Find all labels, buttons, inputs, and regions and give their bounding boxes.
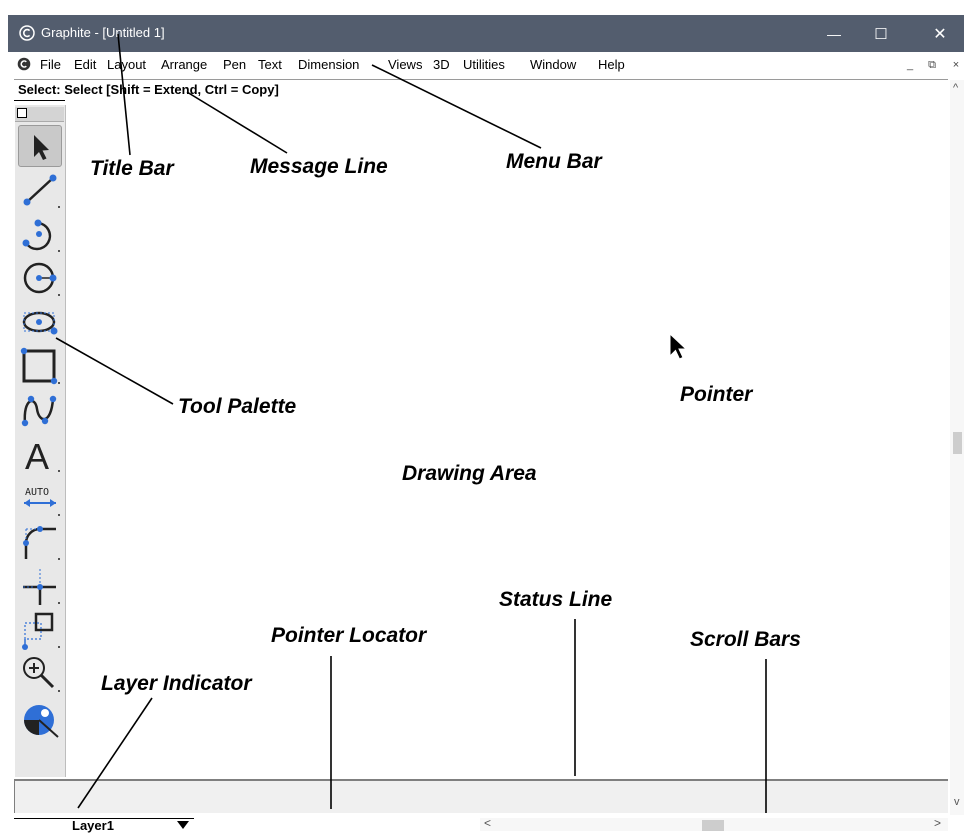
menu-layout[interactable]: Layout xyxy=(107,57,146,72)
vertical-scrollbar[interactable]: ^ v xyxy=(950,80,964,815)
circle-icon xyxy=(23,262,60,296)
doc-close-button[interactable]: × xyxy=(948,58,964,72)
tool-palette: A AUTO xyxy=(14,105,66,777)
document-menu-icon[interactable] xyxy=(17,57,31,71)
ellipse-tool[interactable] xyxy=(18,301,62,343)
horizontal-scrollbar[interactable]: < > xyxy=(480,816,948,831)
palette-collapse-button[interactable] xyxy=(17,108,27,118)
zoom-icon xyxy=(23,657,60,692)
perpendicular-tool[interactable] xyxy=(18,565,62,607)
graphite-app-icon[interactable] xyxy=(19,25,35,41)
arc-icon xyxy=(22,219,60,252)
message-text: Select: Select [Shift = Extend, Ctrl = C… xyxy=(18,82,279,97)
pointer-icon xyxy=(34,135,49,160)
callout-tool-palette: Tool Palette xyxy=(178,395,297,418)
menu-views[interactable]: Views xyxy=(388,57,422,72)
circle-tool[interactable] xyxy=(18,257,62,299)
scroll-up-arrow[interactable]: ^ xyxy=(953,82,958,94)
menu-file[interactable]: File xyxy=(40,57,61,72)
svg-text:AUTO: AUTO xyxy=(25,487,49,498)
maximize-icon: ☐ xyxy=(874,25,888,43)
line-icon xyxy=(23,174,60,208)
spline-icon xyxy=(21,395,57,427)
close-icon: ✕ xyxy=(933,25,947,43)
callout-title-bar: Title Bar xyxy=(90,157,174,180)
callout-layer-indicator: Layer Indicator xyxy=(101,672,252,695)
menu-dimension[interactable]: Dimension xyxy=(298,57,359,72)
title-bar[interactable]: Graphite - [Untitled 1] — ☐ ✕ xyxy=(8,15,964,52)
view-tool[interactable] xyxy=(18,697,62,739)
horizontal-scroll-thumb[interactable] xyxy=(702,820,724,831)
rectangle-tool[interactable] xyxy=(18,345,62,387)
pointer-locator xyxy=(19,785,939,807)
message-line: Select: Select [Shift = Extend, Ctrl = C… xyxy=(14,79,948,101)
callout-scroll-bars: Scroll Bars xyxy=(690,628,801,651)
status-line xyxy=(14,779,948,813)
align-icon xyxy=(22,612,60,650)
fillet-tool[interactable] xyxy=(18,521,62,563)
callout-status-line: Status Line xyxy=(499,588,613,611)
menu-arrange[interactable]: Arrange xyxy=(161,57,207,72)
perpendicular-icon xyxy=(23,569,60,605)
maximize-button[interactable]: ☐ xyxy=(861,15,901,52)
menu-text[interactable]: Text xyxy=(258,57,282,72)
doc-restore-button[interactable]: ⧉ xyxy=(924,58,940,72)
line-tool[interactable] xyxy=(18,169,62,211)
doc-minimize-button[interactable]: _ xyxy=(902,58,918,72)
callout-drawing-area: Drawing Area xyxy=(402,462,537,485)
ellipse-icon xyxy=(22,311,58,335)
menu-help[interactable]: Help xyxy=(598,57,625,72)
layer-indicator[interactable]: Layer1 xyxy=(14,818,194,833)
zoom-tool[interactable] xyxy=(18,653,62,695)
align-tool[interactable] xyxy=(18,609,62,651)
close-button[interactable]: ✕ xyxy=(920,15,960,52)
menu-edit[interactable]: Edit xyxy=(74,57,96,72)
callout-pointer: Pointer xyxy=(680,383,753,406)
minimize-button[interactable]: — xyxy=(814,15,854,52)
menu-bar: File Edit Layout Arrange Pen Text Dimens… xyxy=(8,52,964,78)
rectangle-icon xyxy=(20,347,60,385)
view-icon xyxy=(24,705,59,738)
text-icon: A xyxy=(25,436,60,475)
menu-3d[interactable]: 3D xyxy=(433,57,450,72)
callout-pointer-locator: Pointer Locator xyxy=(271,624,427,647)
scroll-right-arrow[interactable]: > xyxy=(934,816,941,830)
spline-tool[interactable] xyxy=(18,389,62,431)
palette-titlebar[interactable] xyxy=(15,107,64,122)
menu-pen[interactable]: Pen xyxy=(223,57,246,72)
minimize-icon: — xyxy=(827,25,841,42)
scroll-left-arrow[interactable]: < xyxy=(484,816,491,830)
menu-window[interactable]: Window xyxy=(530,57,576,72)
pointer-tool[interactable] xyxy=(18,125,62,167)
scroll-down-arrow[interactable]: v xyxy=(954,796,960,808)
menu-utilities[interactable]: Utilities xyxy=(463,57,505,72)
pointer-cursor-icon xyxy=(669,332,688,360)
fillet-icon xyxy=(23,526,60,560)
dropdown-arrow-icon[interactable] xyxy=(177,821,189,829)
auto-dimension-tool[interactable]: AUTO xyxy=(18,477,62,519)
auto-dimension-icon: AUTO xyxy=(24,487,60,516)
text-tool[interactable]: A xyxy=(18,433,62,475)
arc-tool[interactable] xyxy=(18,213,62,255)
callout-message-line: Message Line xyxy=(250,155,388,178)
svg-text:A: A xyxy=(25,436,49,475)
callout-menu-bar: Menu Bar xyxy=(506,150,602,173)
window-title: Graphite - [Untitled 1] xyxy=(41,25,165,40)
vertical-scroll-thumb[interactable] xyxy=(953,432,962,454)
